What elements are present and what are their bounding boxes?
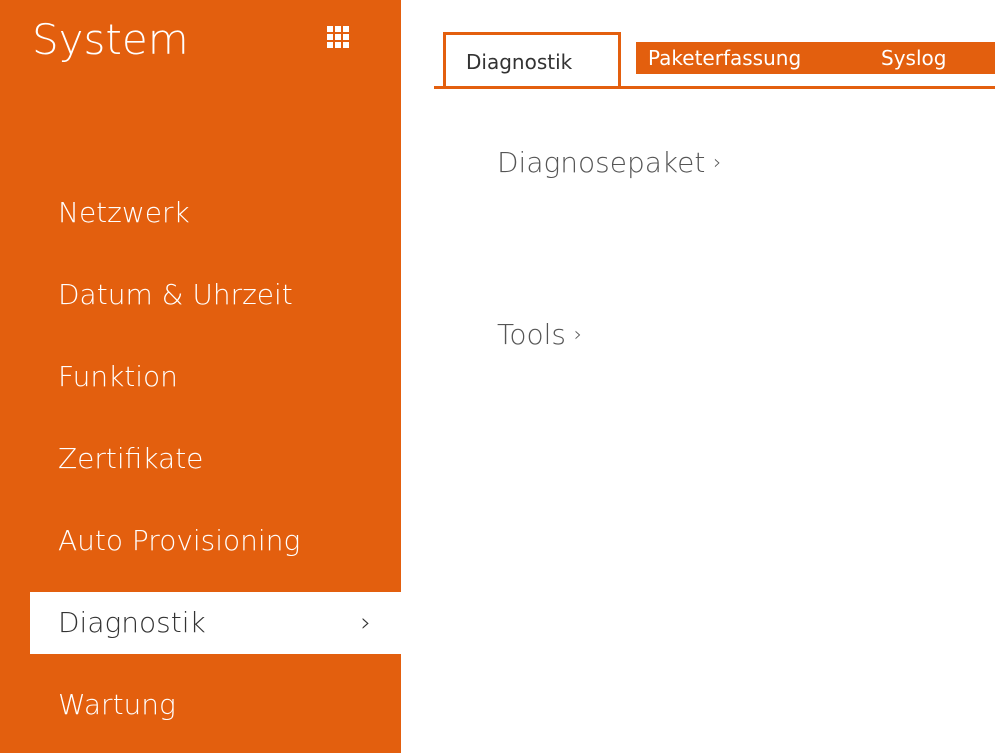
app-window: System Netzwerk Datum & Uhrzeit Funktion — [0, 0, 995, 753]
tab-bar: Diagnostik Paketerfassung Syslog — [434, 32, 995, 89]
sidebar-item-label: Zertifikate — [58, 442, 204, 475]
sidebar: System Netzwerk Datum & Uhrzeit Funktion — [0, 0, 401, 753]
sidebar-item-label: Funktion — [58, 360, 178, 393]
sidebar-item-label: Auto Provisioning — [58, 524, 301, 557]
sidebar-item-funktion[interactable]: Funktion — [0, 336, 401, 418]
sidebar-item-label: Netzwerk — [58, 196, 190, 229]
section-title: Diagnosepaket — [497, 146, 706, 179]
section-title: Tools — [497, 318, 566, 351]
grid-icon[interactable] — [327, 26, 349, 48]
chevron-right-icon: › — [573, 322, 582, 346]
tab-paketerfassung[interactable]: Paketerfassung — [636, 42, 882, 74]
chevron-right-icon: › — [360, 608, 371, 638]
main-content: Diagnostik Paketerfassung Syslog Diagnos… — [401, 0, 995, 753]
sidebar-item-label: Diagnostik — [58, 606, 206, 639]
sidebar-item-auto-provisioning[interactable]: Auto Provisioning — [0, 500, 401, 582]
section-diagnosepaket[interactable]: Diagnosepaket › — [497, 146, 721, 179]
sidebar-item-netzwerk[interactable]: Netzwerk — [0, 172, 401, 254]
tab-diagnostik[interactable]: Diagnostik — [443, 32, 621, 86]
sidebar-item-datum-uhrzeit[interactable]: Datum & Uhrzeit — [0, 254, 401, 336]
sidebar-item-zertifikate[interactable]: Zertifikate — [0, 418, 401, 500]
sidebar-item-wartung[interactable]: Wartung — [0, 664, 401, 746]
sidebar-item-label: Wartung — [58, 688, 176, 721]
chevron-right-icon: › — [713, 150, 722, 174]
sidebar-item-diagnostik[interactable]: Diagnostik › — [30, 592, 401, 654]
sidebar-item-label: Datum & Uhrzeit — [58, 278, 293, 311]
page-title: System — [32, 15, 189, 64]
sidebar-nav: Netzwerk Datum & Uhrzeit Funktion Zertif… — [0, 172, 401, 746]
section-tools[interactable]: Tools › — [497, 318, 582, 351]
tab-syslog[interactable]: Syslog — [869, 42, 995, 74]
